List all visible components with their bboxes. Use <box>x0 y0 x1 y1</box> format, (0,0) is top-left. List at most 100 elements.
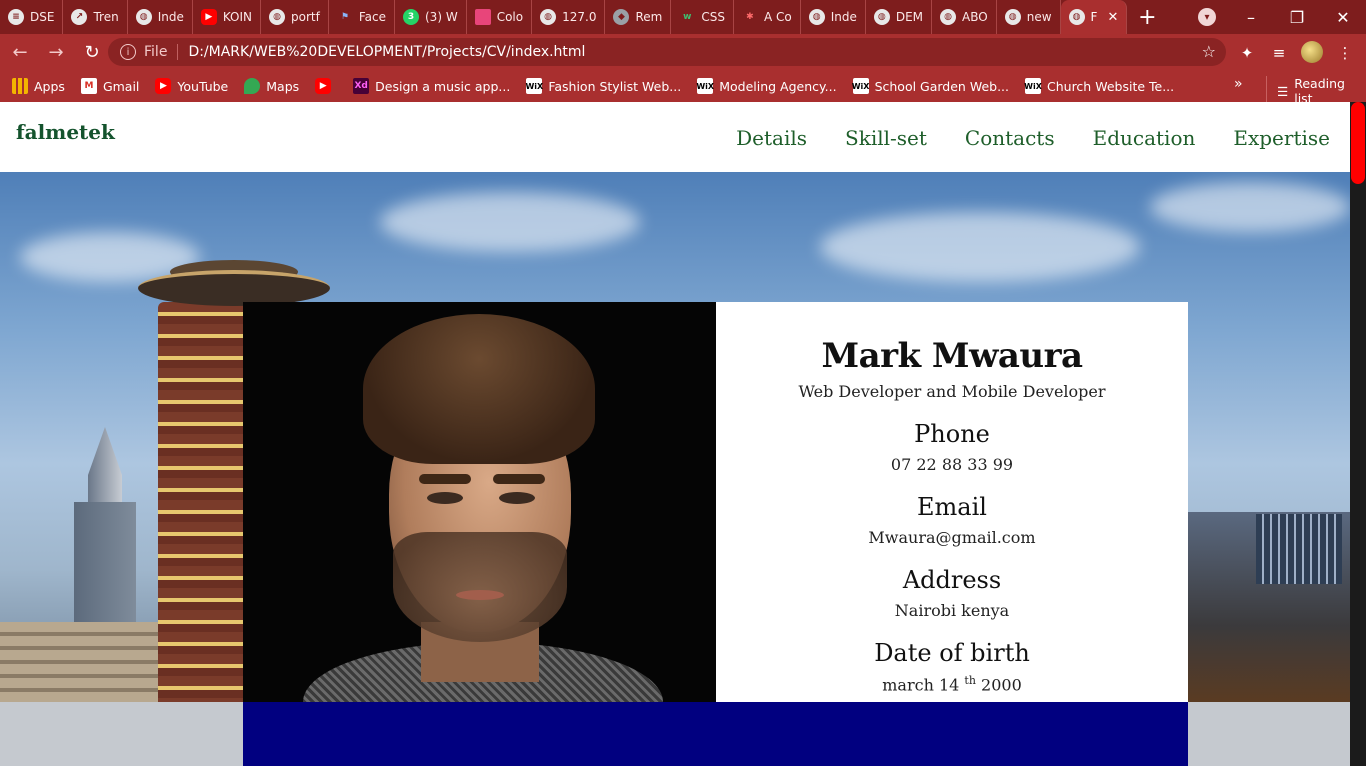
reload-button[interactable]: ↻ <box>76 36 108 68</box>
browser-tab[interactable]: Colo <box>467 0 533 34</box>
tower-cap <box>138 270 330 306</box>
browser-tab[interactable]: w CSS <box>671 0 734 34</box>
browser-tab[interactable]: ◍ Inde <box>801 0 866 34</box>
nav-link-skill-set[interactable]: Skill-set <box>845 126 927 150</box>
close-window-button[interactable]: ✕ <box>1320 0 1366 34</box>
address-bar[interactable]: i File D:/MARK/WEB%20DEVELOPMENT/Project… <box>108 38 1226 66</box>
site-logo[interactable]: falmetek <box>16 120 115 144</box>
bookmark-wix[interactable]: WiX Church Website Te... <box>1024 78 1174 94</box>
cloud <box>1150 182 1350 232</box>
phone-value: 07 22 88 33 99 <box>890 455 1014 474</box>
bookmark-xd[interactable]: Xd Design a music app... <box>353 78 510 94</box>
w3-icon: w <box>683 12 692 22</box>
info-icon[interactable]: i <box>120 44 136 60</box>
tab-search-button[interactable]: ▾ <box>1198 8 1216 26</box>
forward-button[interactable]: → <box>40 36 72 68</box>
profile-details-card: Mark Mwaura Web Developer and Mobile Dev… <box>716 302 1188 702</box>
scrollbar-track[interactable] <box>1350 102 1366 766</box>
dob-year: 2000 <box>981 675 1022 695</box>
bookmark-wix[interactable]: WiX School Garden Web... <box>852 78 1009 94</box>
youtube-icon: ▶ <box>155 78 172 94</box>
browser-tab[interactable]: 3 (3) W <box>395 0 467 34</box>
profile-avatar[interactable] <box>1301 41 1323 63</box>
back-button[interactable]: ← <box>4 36 36 68</box>
cloud <box>820 212 1140 282</box>
site-navbar: falmetek Details Skill-set Contacts Educ… <box>0 102 1350 172</box>
new-tab-button[interactable]: + <box>1127 0 1167 34</box>
globe-icon: ◍ <box>808 9 825 25</box>
whatsapp-icon: 3 <box>403 9 419 25</box>
profile-name: Mark Mwaura <box>821 336 1083 376</box>
tab-strip: ≡ DSE ↗ Tren ◍ Inde ▶ KOIN ◍ portf ⚑ Face 3 (3)… <box>0 0 1366 34</box>
browser-tab[interactable]: ▶ KOIN <box>193 0 262 34</box>
address-label: Address <box>902 566 1002 594</box>
bookmark-wix[interactable]: WiX Fashion Stylist Web... <box>525 78 681 94</box>
wix-icon: WiX <box>696 78 714 94</box>
youtube-icon: ▶ <box>200 9 217 25</box>
browser-tab[interactable]: ◍ ABO <box>932 0 997 34</box>
profile-role: Web Developer and Mobile Developer <box>798 382 1106 401</box>
trending-icon: ↗ <box>71 9 88 25</box>
city-building <box>1256 514 1342 584</box>
bookmark-gmail[interactable]: M Gmail <box>80 78 139 94</box>
browser-tab[interactable]: ◍ Inde <box>128 0 193 34</box>
email-value: Mwaura@gmail.com <box>868 528 1036 547</box>
close-tab-icon[interactable]: ✕ <box>1107 10 1118 25</box>
scrollbar-thumb[interactable] <box>1351 102 1365 184</box>
browser-tab-active[interactable]: ◍ F ✕ <box>1060 0 1128 34</box>
nav-link-education[interactable]: Education <box>1093 126 1196 150</box>
bookmarks-bar: Apps M Gmail ▶ YouTube Maps ▶ Xd Design a m… <box>0 70 1366 102</box>
extensions-icon[interactable]: ✦ <box>1236 42 1258 64</box>
photo-brow <box>493 474 545 484</box>
low-building <box>0 622 160 702</box>
browser-tab[interactable]: ⚑ Face <box>329 0 395 34</box>
skyscraper-spire <box>88 427 122 507</box>
browser-tab[interactable]: ✱ A Co <box>734 0 801 34</box>
browser-tab[interactable]: ≡ DSE <box>0 0 64 34</box>
url-text[interactable]: D:/MARK/WEB%20DEVELOPMENT/Projects/CV/in… <box>188 44 585 60</box>
globe-icon: ◍ <box>540 9 557 25</box>
nav-link-expertise[interactable]: Expertise <box>1233 126 1330 150</box>
bookmark-apps[interactable]: Apps <box>12 78 65 94</box>
cloud <box>380 192 640 252</box>
bookmark-youtube-2[interactable]: ▶ <box>315 78 337 94</box>
gmail-icon: M <box>80 78 97 94</box>
more-bookmarks-button[interactable]: » <box>1234 76 1243 92</box>
wix-icon: WiX <box>1024 78 1042 94</box>
wix-icon: WiX <box>525 78 543 94</box>
nav-link-contacts[interactable]: Contacts <box>965 126 1055 150</box>
browser-toolbar: ← → ↻ i File D:/MARK/WEB%20DEVELOPMENT/P… <box>0 34 1366 70</box>
photo-hair <box>363 314 595 464</box>
apps-icon <box>12 78 28 94</box>
url-scheme: File <box>144 44 179 60</box>
globe-icon: ◍ <box>940 9 957 25</box>
bookmark-wix[interactable]: WiX Modeling Agency... <box>696 78 837 94</box>
bookmark-maps[interactable]: Maps <box>244 78 299 94</box>
bookmark-star-icon[interactable]: ☆ <box>1202 42 1216 61</box>
menu-kebab-icon[interactable]: ⋮ <box>1334 42 1356 64</box>
browser-tab[interactable]: ◍ portf <box>261 0 329 34</box>
nav-link-details[interactable]: Details <box>736 126 807 150</box>
layers-icon: ◆ <box>613 9 630 25</box>
globe-icon: ◍ <box>873 9 890 25</box>
browser-tab[interactable]: ◍ DEM <box>866 0 933 34</box>
photo-eye <box>427 492 463 504</box>
site-nav-links: Details Skill-set Contacts Education Exp… <box>736 126 1330 150</box>
minimize-button[interactable]: – <box>1228 0 1274 34</box>
dob-suffix: th <box>964 674 976 687</box>
document-icon: ≡ <box>8 9 24 25</box>
flag-icon: ⚑ <box>340 12 349 22</box>
browser-tab[interactable]: ◆ Rem <box>605 0 672 34</box>
browser-tab[interactable]: ◍ 127.0 <box>532 0 606 34</box>
photo-mouth <box>456 590 504 600</box>
media-control-icon[interactable]: ≡ <box>1268 42 1290 64</box>
browser-tab[interactable]: ↗ Tren <box>63 0 128 34</box>
browser-tab[interactable]: ◍ new <box>997 0 1061 34</box>
restore-button[interactable]: ❐ <box>1274 0 1320 34</box>
youtube-icon: ▶ <box>315 78 332 94</box>
email-label: Email <box>917 493 987 521</box>
photo-beard <box>393 532 567 642</box>
bookmark-youtube[interactable]: ▶ YouTube <box>155 78 228 94</box>
photo-eye <box>499 492 535 504</box>
profile-photo <box>243 302 716 702</box>
